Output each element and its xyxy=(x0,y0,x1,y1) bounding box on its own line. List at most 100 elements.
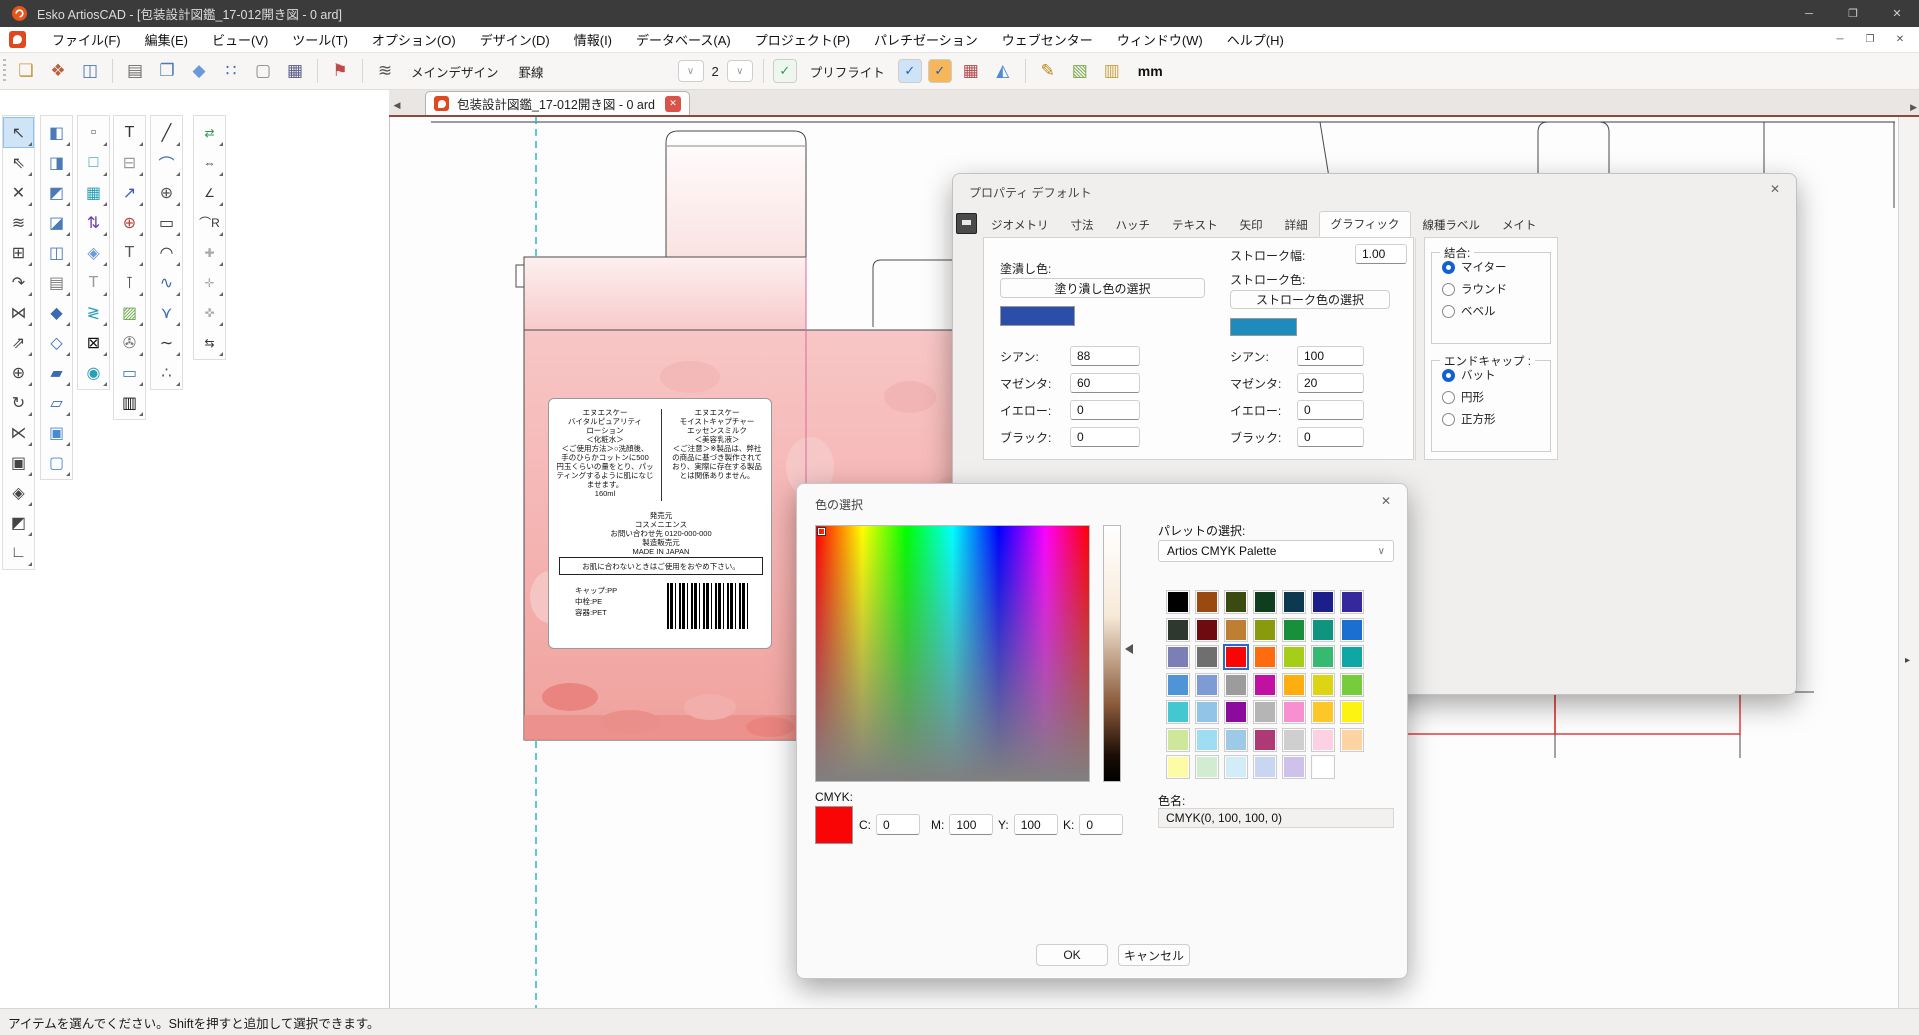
zoom-combo-left[interactable]: ∨ xyxy=(678,60,704,82)
tool-button[interactable]: ≋ xyxy=(4,208,33,237)
tool-button[interactable]: ⌒R xyxy=(195,208,224,237)
toolbar-icon[interactable]: ◭ xyxy=(989,57,1017,85)
tool-button[interactable]: ◠ xyxy=(152,238,181,267)
tool-button[interactable]: ▣ xyxy=(4,448,33,477)
palette-swatch[interactable] xyxy=(1255,730,1275,750)
toolbar-icon[interactable]: ▦ xyxy=(281,57,309,85)
palette-swatch[interactable] xyxy=(1168,620,1188,640)
cmyk-channel-field[interactable] xyxy=(1297,373,1364,393)
palette-swatch[interactable] xyxy=(1197,620,1217,640)
tool-button[interactable]: ∠ xyxy=(195,178,224,207)
brightness-slider[interactable] xyxy=(1103,525,1121,782)
palette-swatch[interactable] xyxy=(1284,730,1304,750)
tool-button[interactable]: ◩ xyxy=(42,178,71,207)
mdi-close-button[interactable]: ✕ xyxy=(1885,34,1915,45)
tool-button[interactable]: ⊺ xyxy=(115,268,144,297)
palette-swatch[interactable] xyxy=(1168,702,1188,722)
join-radio-option[interactable]: ラウンド xyxy=(1442,281,1550,297)
palette-swatch[interactable] xyxy=(1313,730,1333,750)
toolbar-icon[interactable]: ❏ xyxy=(12,57,40,85)
cmyk-value-field[interactable] xyxy=(876,814,920,835)
tab-scroll-left-icon[interactable]: ◀ xyxy=(389,95,405,115)
dialog-tab[interactable]: 詳細 xyxy=(1274,213,1319,237)
pin-icon[interactable] xyxy=(956,213,977,234)
cmyk-channel-field[interactable] xyxy=(1070,346,1140,366)
dialog-close-icon[interactable]: ✕ xyxy=(1373,494,1399,514)
palette-swatch[interactable] xyxy=(1255,757,1275,777)
tool-button[interactable]: ⊞ xyxy=(4,238,33,267)
palette-swatch[interactable] xyxy=(1255,702,1275,722)
menu-item[interactable]: ビュー(V) xyxy=(200,27,280,52)
palette-select[interactable]: Artios CMYK Palette ∨ xyxy=(1158,540,1394,562)
tool-button[interactable]: ↖ xyxy=(4,118,33,147)
active-layer-label[interactable]: メインデザイン xyxy=(411,62,499,81)
tool-button[interactable]: ↗ xyxy=(115,178,144,207)
tool-button[interactable]: ◉ xyxy=(79,358,108,387)
cmyk-channel-field[interactable] xyxy=(1297,400,1364,420)
tool-button[interactable]: ↷ xyxy=(4,268,33,297)
tool-button[interactable]: ⋎ xyxy=(152,298,181,327)
close-button[interactable]: ✕ xyxy=(1875,0,1919,27)
check-orange-icon[interactable]: ✓ xyxy=(928,59,952,83)
tool-button[interactable]: ⋈ xyxy=(4,298,33,327)
endcap-radio-option[interactable]: バット xyxy=(1442,367,1550,383)
palette-swatch[interactable] xyxy=(1284,647,1304,667)
palette-swatch[interactable] xyxy=(1313,592,1333,612)
palette-swatch[interactable] xyxy=(1197,592,1217,612)
tool-button[interactable]: ◈ xyxy=(4,478,33,507)
tool-button[interactable]: ⇅ xyxy=(79,208,108,237)
toolbar-icon[interactable]: ∷ xyxy=(217,57,245,85)
palette-swatch[interactable] xyxy=(1284,592,1304,612)
toolbar-icon[interactable]: ▤ xyxy=(121,57,149,85)
tool-button[interactable]: ◩ xyxy=(4,508,33,537)
tool-button[interactable]: ✇ xyxy=(115,328,144,357)
stroke-color-button[interactable]: ストローク色の選択 xyxy=(1230,290,1390,309)
palette-swatch[interactable] xyxy=(1342,702,1362,722)
toolbar-icon[interactable]: ❐ xyxy=(153,57,181,85)
cmyk-value-field[interactable] xyxy=(1014,814,1058,835)
menu-item[interactable]: ウィンドウ(W) xyxy=(1105,27,1215,52)
cmyk-value-field[interactable] xyxy=(949,814,993,835)
tool-button[interactable]: ◧ xyxy=(42,118,71,147)
palette-swatch[interactable] xyxy=(1226,702,1246,722)
palette-swatch[interactable] xyxy=(1255,592,1275,612)
cmyk-channel-field[interactable] xyxy=(1297,427,1364,447)
palette-swatch[interactable] xyxy=(1255,675,1275,695)
layers-icon[interactable]: ≋ xyxy=(371,57,399,85)
tool-button[interactable]: ↻ xyxy=(4,388,33,417)
dialog-tab[interactable]: メイト xyxy=(1491,213,1548,237)
tool-button[interactable]: ▨ xyxy=(115,298,144,327)
tool-button[interactable]: ◆ xyxy=(42,298,71,327)
palette-swatch[interactable] xyxy=(1197,675,1217,695)
line-type-label[interactable]: 罫線 xyxy=(519,62,544,81)
color-gradient-picker[interactable] xyxy=(815,525,1090,782)
cmyk-channel-field[interactable] xyxy=(1070,427,1140,447)
palette-swatch[interactable] xyxy=(1342,675,1362,695)
palette-swatch[interactable] xyxy=(1313,702,1333,722)
tool-button[interactable]: ⌒ xyxy=(152,148,181,177)
toolbar-drag-handle[interactable] xyxy=(3,59,6,83)
tool-button[interactable]: ◫ xyxy=(42,238,71,267)
toolbar-icon[interactable]: ▧ xyxy=(1066,57,1094,85)
tool-button[interactable]: T xyxy=(79,268,108,297)
palette-swatch[interactable] xyxy=(1168,730,1188,750)
palette-swatch[interactable] xyxy=(1313,757,1333,777)
menu-item[interactable]: オプション(O) xyxy=(360,27,468,52)
tool-button[interactable]: ⋉ xyxy=(4,418,33,447)
tool-button[interactable]: Τ xyxy=(115,238,144,267)
tool-button[interactable]: ◪ xyxy=(42,208,71,237)
dialog-close-icon[interactable]: ✕ xyxy=(1762,182,1788,202)
mdi-minimize-button[interactable]: ─ xyxy=(1825,34,1855,45)
palette-swatch[interactable] xyxy=(1168,757,1188,777)
toolbar-icon[interactable]: ✎ xyxy=(1034,57,1062,85)
tool-button[interactable]: ⊕ xyxy=(152,178,181,207)
palette-swatch[interactable] xyxy=(1197,647,1217,667)
tool-button[interactable]: ╱ xyxy=(152,118,181,147)
dialog-tab[interactable]: ハッチ xyxy=(1105,213,1162,237)
palette-swatch[interactable] xyxy=(1313,675,1333,695)
pins-icon[interactable]: ⚑ xyxy=(326,57,354,85)
zoom-combo-right[interactable]: ∨ xyxy=(727,60,753,82)
dialog-tab[interactable]: グラフィック xyxy=(1319,211,1412,237)
palette-swatch[interactable] xyxy=(1226,675,1246,695)
tool-button[interactable]: ∟ xyxy=(4,538,33,567)
